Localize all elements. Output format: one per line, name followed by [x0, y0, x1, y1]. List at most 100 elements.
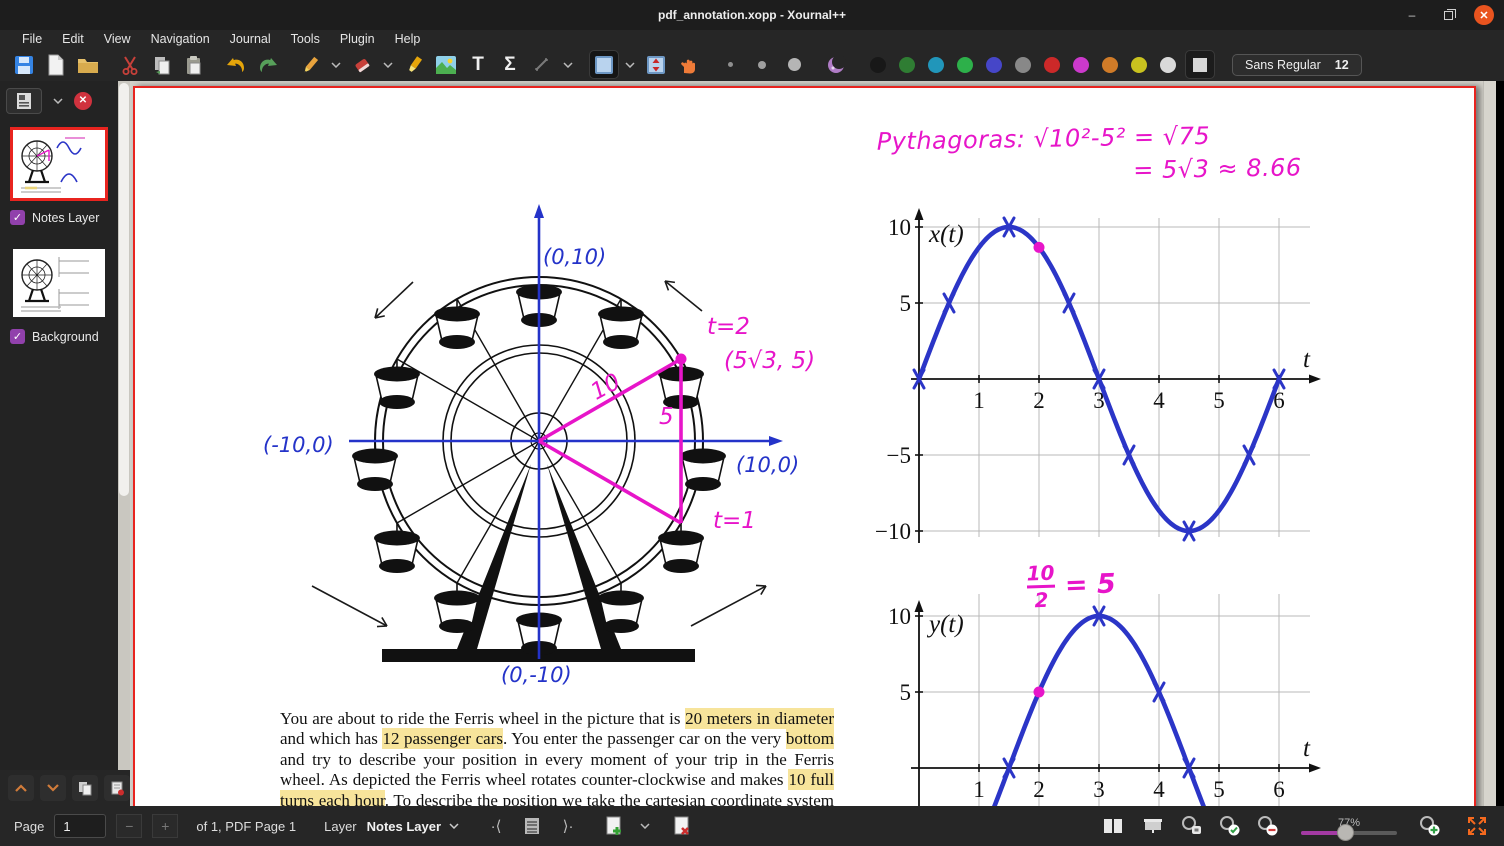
eraser-tool-button[interactable] — [348, 51, 376, 78]
menu-view[interactable]: View — [96, 31, 139, 47]
color-swatch[interactable] — [1073, 57, 1089, 73]
shape-recognizer-button[interactable] — [528, 51, 556, 78]
close-button[interactable]: ✕ — [1474, 5, 1494, 25]
fine-dot-icon — [728, 62, 733, 67]
math-tex-button[interactable]: Σ — [496, 51, 524, 78]
paste-icon — [184, 55, 204, 75]
menu-plugin[interactable]: Plugin — [332, 31, 383, 47]
minimize-button[interactable]: – — [1402, 5, 1422, 25]
pen-size-medium-button[interactable] — [748, 51, 776, 78]
menu-file[interactable]: File — [14, 31, 50, 47]
save-button[interactable] — [10, 51, 38, 78]
zoom-in-button[interactable] — [1418, 814, 1442, 838]
next-page-button[interactable] — [40, 775, 66, 801]
layer-thumbnail-background[interactable] — [13, 249, 105, 317]
zoom-slider[interactable] — [1301, 831, 1397, 835]
page-minus-button[interactable]: − — [116, 814, 142, 838]
font-button[interactable]: Sans Regular 12 — [1232, 54, 1362, 76]
copy-button[interactable] — [148, 51, 176, 78]
open-button[interactable] — [74, 51, 102, 78]
handwritten-label: t=2 — [707, 314, 750, 340]
menu-journal[interactable]: Journal — [222, 31, 279, 47]
close-sidebar-button[interactable]: ✕ — [74, 92, 92, 110]
notes-layer-checkbox[interactable]: ✓ — [10, 210, 25, 225]
previous-annotated-page-button[interactable]: ·⟨ — [483, 813, 509, 839]
zoom-slider-thumb[interactable] — [1337, 824, 1354, 841]
pen-tool-button[interactable] — [296, 51, 324, 78]
text-tool-button[interactable]: T — [464, 51, 492, 78]
svg-text:2: 2 — [1033, 777, 1045, 802]
thick-dot-icon — [788, 58, 801, 71]
select-options-dropdown[interactable] — [622, 51, 638, 78]
pen-size-thick-button[interactable] — [780, 51, 808, 78]
highlighter-tool-button[interactable] — [400, 51, 428, 78]
svg-text:5: 5 — [900, 291, 912, 316]
pen-options-dropdown[interactable] — [328, 51, 344, 78]
rect-select-button[interactable] — [590, 51, 618, 78]
new-page-button[interactable] — [601, 813, 627, 839]
svg-text:1: 1 — [973, 777, 985, 802]
sidebar-dropdown[interactable] — [50, 87, 66, 114]
pdf-page[interactable]: Pythagoras: √10²-5² = √75 = 5√3 ≈ 8.66 (… — [133, 86, 1476, 806]
color-swatch[interactable] — [957, 57, 973, 73]
zoom-out-button[interactable] — [1256, 814, 1280, 838]
dual-page-view-button[interactable] — [1100, 813, 1126, 839]
new-file-button[interactable] — [42, 51, 70, 78]
color-swatch[interactable] — [1131, 57, 1147, 73]
next-annotated-page-button[interactable]: ⟩· — [555, 813, 581, 839]
color-swatch[interactable] — [1044, 57, 1060, 73]
cut-button[interactable] — [116, 51, 144, 78]
pen-fill-button[interactable] — [822, 51, 850, 78]
color-swatch[interactable] — [1015, 57, 1031, 73]
page-number-input[interactable]: 1 — [54, 814, 106, 838]
eraser-options-dropdown[interactable] — [380, 51, 396, 78]
page-template-dropdown[interactable] — [637, 813, 653, 840]
body-text: . You enter the passenger car on the ver… — [503, 729, 786, 748]
menu-help[interactable]: Help — [387, 31, 429, 47]
page-plus-button[interactable]: + — [152, 814, 178, 838]
layer-selector[interactable]: Notes Layer — [367, 819, 459, 834]
color-swatch[interactable] — [1102, 57, 1118, 73]
svg-text:4: 4 — [1153, 388, 1165, 413]
color-swatch[interactable] — [928, 57, 944, 73]
color-picker-button[interactable] — [1186, 51, 1214, 78]
page-overview-button[interactable] — [519, 813, 545, 839]
color-swatch[interactable] — [899, 57, 915, 73]
color-picker-icon — [1193, 58, 1207, 72]
restore-button[interactable] — [1438, 5, 1458, 25]
fullscreen-button[interactable] — [1464, 813, 1490, 839]
menu-edit[interactable]: Edit — [54, 31, 92, 47]
copy-page-button[interactable] — [72, 775, 98, 801]
sidebar-scrollbar-thumb[interactable] — [119, 83, 129, 496]
presentation-mode-button[interactable] — [1140, 813, 1166, 839]
zoom-original-button[interactable] — [1180, 814, 1204, 838]
menu-tools[interactable]: Tools — [283, 31, 328, 47]
color-swatch[interactable] — [870, 57, 886, 73]
sidebar-scrollbar[interactable] — [118, 81, 130, 770]
vertical-space-button[interactable] — [642, 51, 670, 78]
chart-x-of-t: 123456105−5−10x(t)t — [873, 196, 1335, 548]
paste-button[interactable] — [180, 51, 208, 78]
copy-icon — [152, 55, 172, 75]
layer-preview-button[interactable] — [6, 88, 42, 114]
layer-thumbnail-notes[interactable] — [13, 130, 105, 198]
color-swatch[interactable] — [1160, 57, 1176, 73]
hand-tool-button[interactable] — [674, 51, 702, 78]
pen-size-fine-button[interactable] — [716, 51, 744, 78]
redo-button[interactable] — [254, 51, 282, 78]
drawing-type-dropdown[interactable] — [560, 51, 576, 78]
previous-page-button[interactable] — [8, 775, 34, 801]
canvas-vertical-scrollbar[interactable] — [1483, 81, 1496, 806]
delete-page-sidebar-button[interactable] — [104, 775, 130, 801]
background-layer-checkbox[interactable]: ✓ — [10, 329, 25, 344]
menu-navigation[interactable]: Navigation — [143, 31, 218, 47]
delete-page-button[interactable] — [669, 813, 695, 839]
undo-button[interactable] — [222, 51, 250, 78]
color-swatch[interactable] — [986, 57, 1002, 73]
zoom-fit-button[interactable] — [1218, 814, 1242, 838]
background-layer-row: ✓ Background — [0, 323, 118, 358]
highlighted-text: 12 passenger cars — [382, 728, 503, 749]
insert-image-button[interactable] — [432, 51, 460, 78]
canvas-area[interactable]: Pythagoras: √10²-5² = √75 = 5√3 ≈ 8.66 (… — [130, 81, 1504, 806]
title-bar: pdf_annotation.xopp - Xournal++ – ✕ — [0, 0, 1504, 30]
